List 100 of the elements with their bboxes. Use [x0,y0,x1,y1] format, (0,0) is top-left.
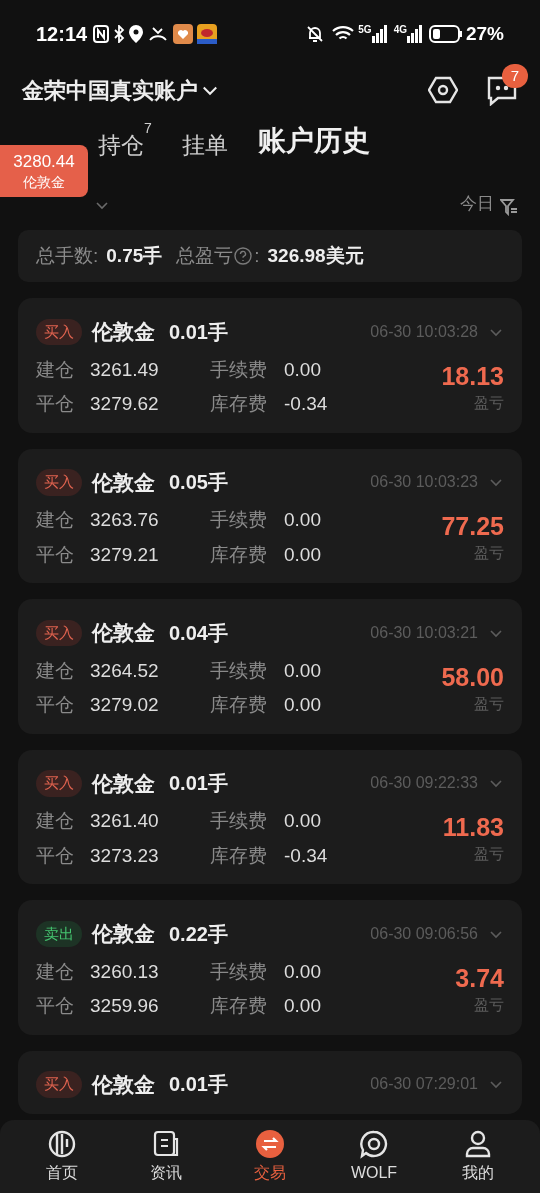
field-label: 手续费 [210,809,268,833]
chat-bubble-icon [359,1128,389,1159]
field-value: 3261.40 [90,809,160,833]
profit-value: 11.83 [442,812,504,844]
nav-tab[interactable]: 我的 [438,1128,518,1185]
order-card[interactable]: 买入 伦敦金 0.05手 06-30 10:03:23 建仓 3263.76 手续费 0.00 平仓 3279.21 库存费 0.00 77.25 盈亏 [18,448,522,583]
field-value: 3263.76 [90,508,160,532]
total-lots-label: 总手数: [36,243,99,268]
field-value: 3273.23 [90,843,160,868]
field-label: 建仓 [36,959,75,984]
location-icon [129,25,144,43]
field-label: 平仓 [36,843,75,868]
help-icon[interactable] [234,247,253,265]
order-time: 06-30 10:03:21 [370,622,478,643]
order-card[interactable]: 买入 伦敦金 0.01手 06-30 09:22:33 建仓 3261.40 手续费 0.00 平仓 3273.23 库存费 -0.34 11.83 盈亏 [18,749,522,884]
field-label: 平仓 [36,994,75,1018]
side-tag: 买入 [36,318,82,345]
network-type: 4G [393,23,407,37]
profit-label: 盈亏 [474,994,504,1015]
settings-icon[interactable] [428,75,458,105]
lot-size: 0.01手 [169,771,228,797]
signal-icon [371,25,388,43]
side-tag: 买入 [36,469,82,496]
field-label: 手续费 [210,508,268,532]
total-pl-label: 总盈亏 [176,243,234,268]
eye-app-icon [197,24,218,44]
field-label: 建仓 [36,357,75,382]
field-label: 手续费 [210,959,268,984]
field-label: 建仓 [36,508,75,532]
muted-bell-icon [306,25,325,43]
battery-icon [428,25,463,43]
profit-label: 盈亏 [474,844,504,865]
price-value: 3280.44 [13,151,75,173]
nav-tab[interactable]: 首页 [22,1128,102,1185]
order-time: 06-30 10:03:23 [370,472,478,493]
order-time: 06-30 09:06:56 [370,923,478,944]
side-tag: 买入 [36,770,82,797]
heart-app-icon [173,24,194,44]
order-time: 06-30 09:22:33 [370,773,478,794]
field-value: 3279.21 [90,542,160,567]
lot-size: 0.01手 [169,1072,228,1098]
symbol-name: 伦敦金 [92,1071,155,1098]
missed-call-icon [149,26,168,42]
symbol-name: 伦敦金 [92,620,155,646]
network-type: 5G [358,23,372,37]
price-symbol: 伦敦金 [23,173,65,191]
side-tag: 卖出 [36,920,82,947]
account-selector[interactable]: 金荣中国真实账户 [22,73,198,107]
field-label: 平仓 [36,542,75,567]
total-pl-value: 326.98美元 [267,243,364,268]
field-label: 平仓 [36,392,75,416]
field-value: 0.00 [284,658,321,683]
profit-value: 77.25 [441,511,504,543]
field-label: 库存费 [210,693,268,717]
field-value: -0.34 [284,843,328,868]
profit-label: 盈亏 [474,693,504,714]
field-value: 3279.62 [90,392,160,416]
bluetooth-icon [113,25,126,43]
order-time: 06-30 10:03:28 [370,321,478,342]
nav-tab[interactable]: 交易 [230,1128,310,1185]
nav-tab[interactable]: 资讯 [126,1128,206,1185]
user-icon [463,1128,493,1159]
profit-value: 3.74 [455,962,504,994]
order-time: 06-30 07:29:01 [370,1074,478,1095]
field-value: -0.34 [284,392,328,416]
field-label: 建仓 [36,658,75,683]
tab[interactable]: 挂单 [181,127,228,164]
total-lots-value: 0.75手 [106,243,163,268]
nfc-icon [93,25,110,43]
field-label: 建仓 [36,809,75,833]
order-card[interactable]: 卖出 伦敦金 0.22手 06-30 09:06:56 建仓 3260.13 手续费 0.00 平仓 3259.96 库存费 0.00 3.74 盈亏 [18,900,522,1035]
tab[interactable]: 账户历史 [257,120,370,164]
nav-tab[interactable]: WOLF [334,1128,414,1185]
side-tag: 买入 [36,1071,82,1098]
field-value: 0.00 [284,357,321,382]
profit-value: 58.00 [441,661,504,693]
lot-size: 0.05手 [169,470,228,496]
field-value: 3261.49 [90,357,160,382]
field-value: 0.00 [284,959,321,984]
symbol-name: 伦敦金 [92,319,155,345]
field-label: 平仓 [36,693,75,717]
date-filter[interactable]: 今日 [460,190,494,216]
notification-badge: 7 [502,64,528,88]
field-label: 库存费 [210,843,268,868]
filter-icon[interactable] [500,198,518,216]
order-card[interactable]: 买入 伦敦金 0.01手 06-30 10:03:28 建仓 3261.49 手续费 0.00 平仓 3279.62 库存费 -0.34 18.13 盈亏 [18,298,522,433]
field-value: 3259.96 [90,994,160,1018]
field-value: 0.00 [284,542,321,567]
profit-label: 盈亏 [474,543,504,564]
field-label: 库存费 [210,994,268,1018]
symbol-name: 伦敦金 [92,921,155,947]
field-label: 手续费 [210,357,268,382]
profit-label: 盈亏 [474,392,504,413]
signal-icon [406,25,423,43]
order-card[interactable]: 买入 伦敦金 0.01手 06-30 07:29:01 [18,1050,522,1114]
symbol-name: 伦敦金 [92,469,155,496]
field-label: 手续费 [210,658,268,683]
order-card[interactable]: 买入 伦敦金 0.04手 06-30 10:03:21 建仓 3264.52 手续费 0.00 平仓 3279.02 库存费 0.00 58.00 盈亏 [18,599,522,734]
colon: : [254,243,260,268]
field-label: 库存费 [210,392,268,416]
